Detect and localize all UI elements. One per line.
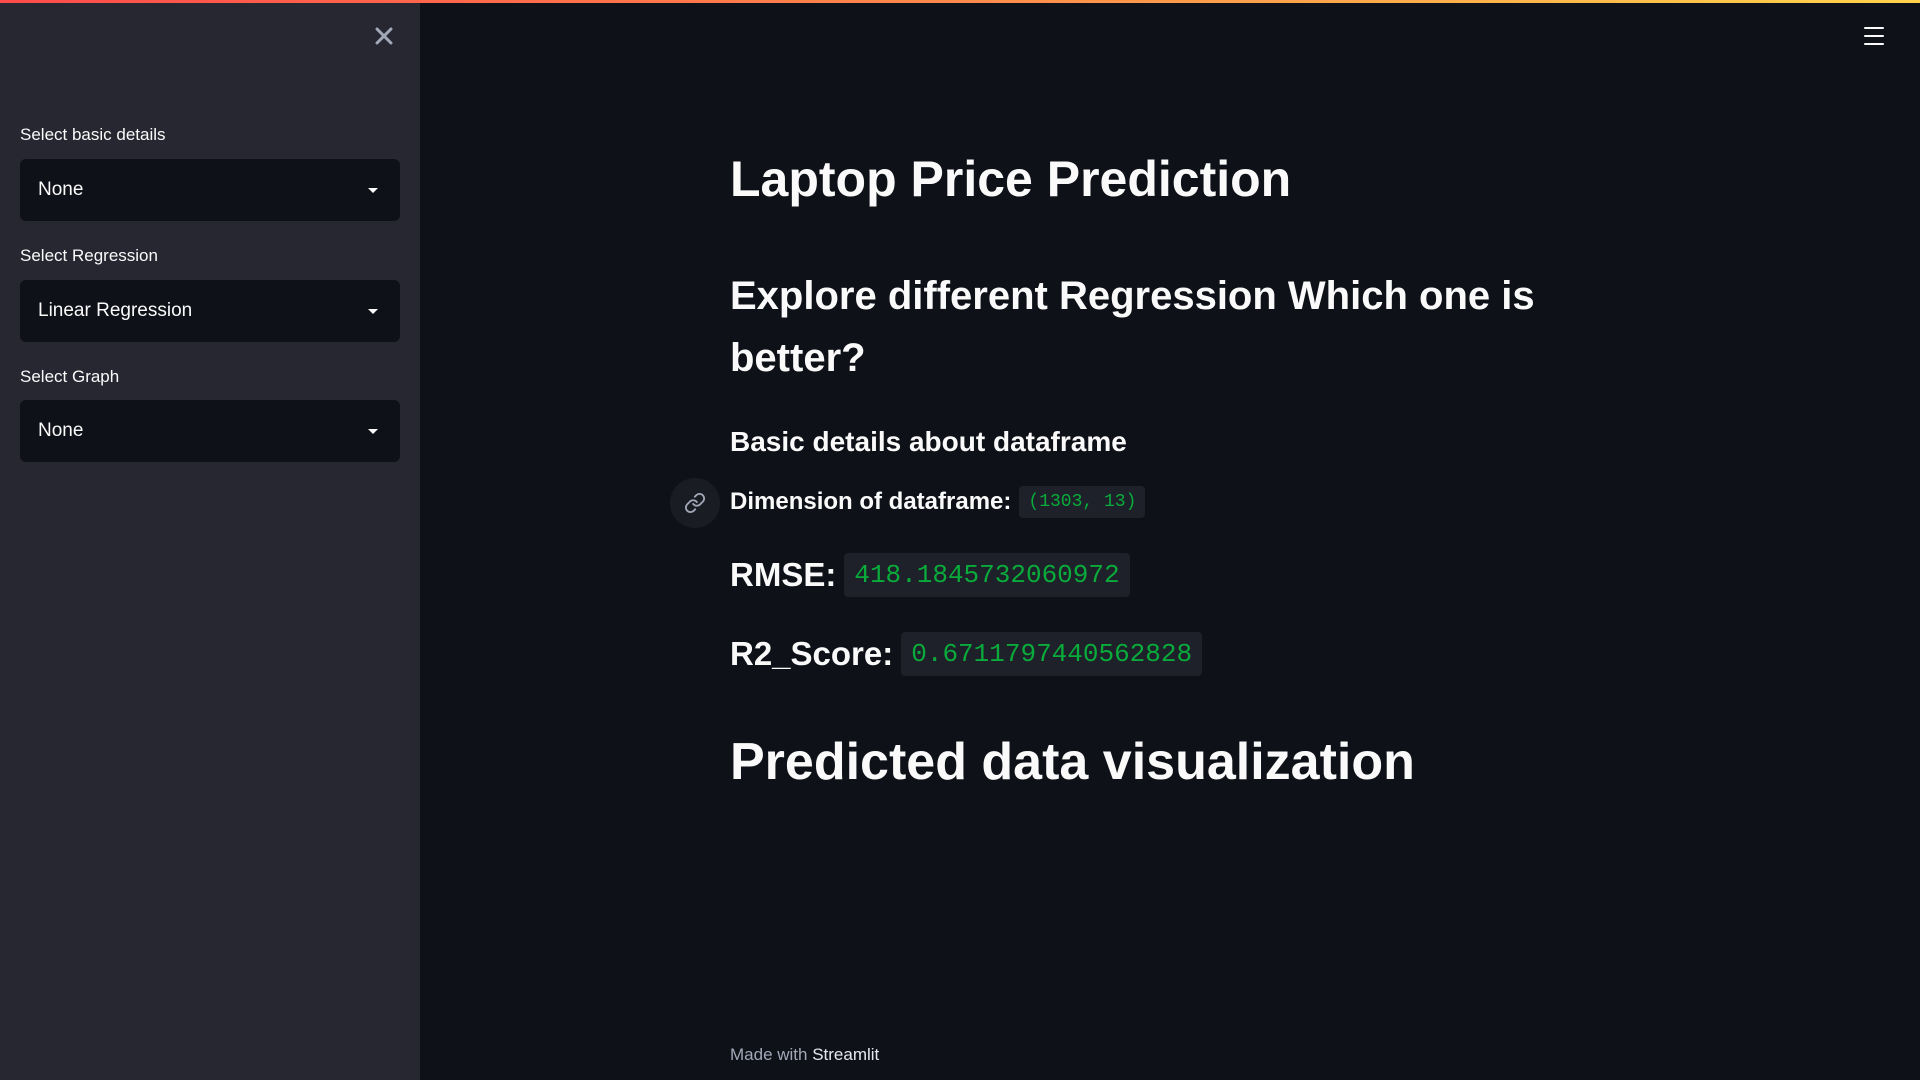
hamburger-menu-icon [1864, 27, 1884, 29]
page-title: Laptop Price Prediction [730, 151, 1292, 207]
regression-select[interactable]: Linear Regression [20, 280, 400, 342]
hamburger-line [1864, 43, 1884, 45]
streamlit-link[interactable]: Streamlit [812, 1045, 879, 1064]
hamburger-line [1864, 35, 1884, 37]
visualization-heading: Predicted data visualization [730, 733, 1415, 791]
graph-select[interactable]: None [20, 400, 400, 462]
main-menu-button[interactable] [1862, 24, 1886, 48]
dimension-row: Dimension of dataframe: (1303, 13) [730, 486, 1146, 518]
r2-label: R2_Score: [730, 635, 894, 672]
basic-details-select[interactable]: None [20, 159, 400, 221]
link-icon [684, 492, 706, 514]
page-subtitle: Explore different Regression Which one i… [730, 274, 1535, 380]
graph-label: Select Graph [20, 367, 120, 386]
close-icon [375, 27, 393, 45]
top-decoration-stripe [0, 0, 1920, 3]
footer-prefix: Made with [730, 1045, 813, 1064]
dimension-label: Dimension of dataframe: [730, 488, 1012, 515]
sidebar: Select basic details None Select Regress… [0, 0, 420, 1080]
caret-down-icon [368, 308, 378, 314]
dimension-value: (1303, 13) [1019, 486, 1146, 518]
close-sidebar-button[interactable] [370, 22, 398, 50]
regression-value: Linear Regression [38, 300, 193, 321]
anchor-link-button[interactable] [670, 478, 720, 528]
caret-down-icon [368, 428, 378, 434]
rmse-label: RMSE: [730, 556, 837, 593]
r2-row: R2_Score: 0.6711797440562828 [730, 632, 1203, 676]
footer: Made with Streamlit [730, 1045, 879, 1065]
r2-value: 0.6711797440562828 [901, 632, 1203, 676]
rmse-row: RMSE: 418.1845732060972 [730, 553, 1130, 597]
basic-details-label: Select basic details [20, 125, 166, 144]
graph-value: None [38, 420, 84, 441]
basic-details-value: None [38, 179, 84, 200]
caret-down-icon [368, 187, 378, 193]
rmse-value: 418.1845732060972 [844, 553, 1130, 597]
regression-label: Select Regression [20, 246, 158, 265]
section-heading: Basic details about dataframe [730, 426, 1127, 457]
